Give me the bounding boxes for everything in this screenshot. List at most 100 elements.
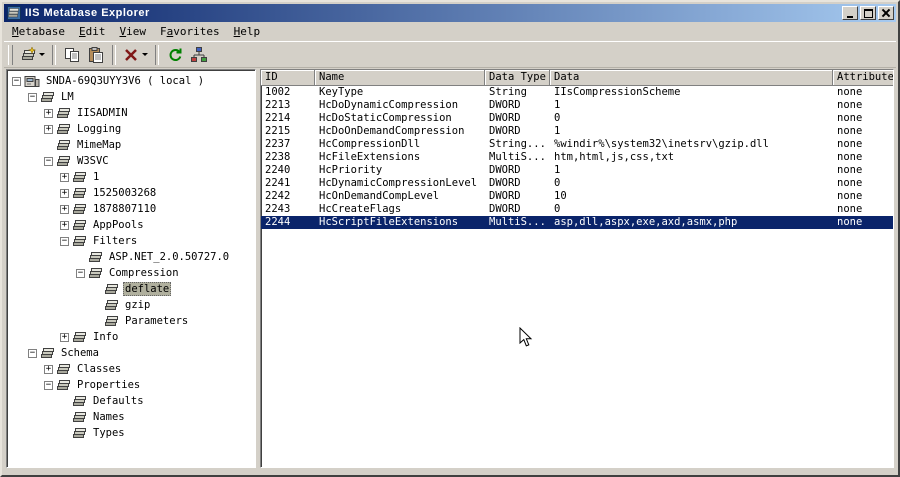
new-key-button[interactable] bbox=[17, 44, 48, 66]
collapse-toggle-icon[interactable]: − bbox=[44, 380, 53, 390]
tree-item-properties[interactable]: − Properties bbox=[8, 377, 255, 393]
expand-toggle-icon[interactable]: + bbox=[60, 172, 69, 182]
title-bar[interactable]: IIS Metabase Explorer bbox=[4, 4, 896, 22]
list-panel[interactable]: ID Name Data Type Data Attributes 1002 KeyTyp… bbox=[260, 69, 894, 468]
maximize-button[interactable] bbox=[860, 6, 876, 20]
expand-toggle-icon[interactable]: + bbox=[44, 108, 53, 118]
delete-button[interactable] bbox=[120, 44, 151, 66]
tree-item-1878807110[interactable]: +1878807110 bbox=[8, 201, 255, 217]
cell-id: 1002 bbox=[265, 86, 291, 98]
table-row-2237[interactable]: 2237 HcCompressionDll String... %windir%\sy… bbox=[261, 138, 893, 151]
db-icon bbox=[56, 139, 71, 152]
table-row-2241[interactable]: 2241 HcDynamicCompressionLevel DWORD 0 none bbox=[261, 177, 893, 190]
menu-favorites[interactable]: Favorites bbox=[153, 23, 227, 40]
tree-item-parameters[interactable]: Parameters bbox=[8, 313, 255, 329]
collapse-toggle-icon[interactable]: − bbox=[76, 268, 85, 278]
dropdown-arrow-icon[interactable] bbox=[142, 53, 148, 56]
column-header-attributes[interactable]: Attributes bbox=[833, 70, 893, 86]
table-row-1002[interactable]: 1002 KeyType String IIsCompressionScheme non… bbox=[261, 86, 893, 99]
expand-toggle-icon[interactable]: + bbox=[44, 364, 53, 374]
table-row-2215[interactable]: 2215 HcDoOnDemandCompression DWORD 1 none bbox=[261, 125, 893, 138]
expand-toggle-icon[interactable]: + bbox=[60, 188, 69, 198]
cell-data: 0 bbox=[554, 112, 561, 124]
tree-item-label: Properties bbox=[77, 379, 141, 391]
column-header-name[interactable]: Name bbox=[315, 70, 485, 86]
tree-item-1[interactable]: +1 bbox=[8, 169, 255, 185]
tree-item-label: Logging bbox=[77, 123, 122, 135]
toolbar-gripper[interactable] bbox=[8, 44, 13, 65]
close-button[interactable] bbox=[878, 6, 894, 20]
tree-item-mimemap[interactable]: MimeMap bbox=[8, 137, 255, 153]
list-header: ID Name Data Type Data Attributes bbox=[261, 70, 893, 86]
tree-item-info[interactable]: + Info bbox=[8, 329, 255, 345]
tree-item-label: LM bbox=[61, 91, 74, 103]
tree-item-classes[interactable]: + Classes bbox=[8, 361, 255, 377]
cell-attributes: none bbox=[837, 203, 863, 215]
tree-item-lm[interactable]: − LM bbox=[8, 89, 255, 105]
column-header-data[interactable]: Data bbox=[550, 70, 833, 86]
expand-toggle-icon[interactable]: + bbox=[60, 220, 69, 230]
toolbar-separator bbox=[52, 44, 56, 65]
table-row-2213[interactable]: 2213 HcDoDynamicCompression DWORD 1 none bbox=[261, 99, 893, 112]
cell-data-type: DWORD bbox=[489, 177, 521, 189]
table-row-2214[interactable]: 2214 HcDoStaticCompression DWORD 0 none bbox=[261, 112, 893, 125]
minimize-button[interactable] bbox=[842, 6, 858, 20]
tree-item-compression[interactable]: − Compression bbox=[8, 265, 255, 281]
tree-item-iisadmin[interactable]: + IISADMIN bbox=[8, 105, 255, 121]
copy-button[interactable] bbox=[60, 44, 84, 66]
db-icon bbox=[72, 187, 87, 200]
tree-item-defaults[interactable]: Defaults bbox=[8, 393, 255, 409]
tree-item-names[interactable]: Names bbox=[8, 409, 255, 425]
tree-item-gzip[interactable]: gzip bbox=[8, 297, 255, 313]
menu-edit[interactable]: Edit bbox=[72, 23, 113, 40]
paste-button[interactable] bbox=[84, 44, 108, 66]
tree-item-1525003268[interactable]: +1525003268 bbox=[8, 185, 255, 201]
expand-toggle-icon[interactable]: + bbox=[60, 204, 69, 214]
cell-name: HcCreateFlags bbox=[319, 203, 402, 215]
tree-item-filters[interactable]: − Filters bbox=[8, 233, 255, 249]
cell-attributes: none bbox=[837, 112, 863, 124]
refresh-button[interactable] bbox=[163, 44, 187, 66]
cell-data-type: DWORD bbox=[489, 112, 521, 124]
table-row-2240[interactable]: 2240 HcPriority DWORD 1 none bbox=[261, 164, 893, 177]
tree-item-schema[interactable]: − Schema bbox=[8, 345, 255, 361]
list-body[interactable]: 1002 KeyType String IIsCompressionScheme non… bbox=[261, 86, 893, 467]
column-header-id[interactable]: ID bbox=[261, 70, 315, 86]
dropdown-arrow-icon[interactable] bbox=[39, 53, 45, 56]
collapse-toggle-icon[interactable]: − bbox=[28, 92, 37, 102]
tree-item-w3svc[interactable]: − W3SVC bbox=[8, 153, 255, 169]
tree-item-logging[interactable]: + Logging bbox=[8, 121, 255, 137]
menu-help[interactable]: Help bbox=[227, 23, 268, 40]
delete-icon bbox=[123, 47, 139, 63]
cell-id: 2242 bbox=[265, 190, 291, 202]
tree-panel[interactable]: − SNDA-69Q3UYY3V6 ( local ) − LM + IISADMIN + L… bbox=[6, 69, 256, 468]
tree-item-asp-net-2-0-50727-0[interactable]: ASP.NET_2.0.50727.0 bbox=[8, 249, 255, 265]
collapse-toggle-icon[interactable]: − bbox=[60, 236, 69, 246]
expand-toggle-icon[interactable]: + bbox=[60, 332, 69, 342]
db-icon bbox=[56, 379, 71, 392]
table-row-2243[interactable]: 2243 HcCreateFlags DWORD 0 none bbox=[261, 203, 893, 216]
table-row-2244[interactable]: 2244 HcScriptFileExtensions MultiS... asp,d… bbox=[261, 216, 893, 229]
expand-toggle-icon[interactable]: + bbox=[44, 124, 53, 134]
cell-data: 0 bbox=[554, 177, 561, 189]
table-row-2238[interactable]: 2238 HcFileExtensions MultiS... htm,html,js… bbox=[261, 151, 893, 164]
menu-metabase[interactable]: Metabase bbox=[5, 23, 72, 40]
tree-item-apppools[interactable]: + AppPools bbox=[8, 217, 255, 233]
column-header-data-type[interactable]: Data Type bbox=[485, 70, 550, 86]
db-icon bbox=[88, 267, 103, 280]
app-window: IIS Metabase Explorer Metabase Edit View Fa… bbox=[0, 0, 900, 477]
network-button[interactable] bbox=[187, 44, 211, 66]
tree-item-snda-69q3uyy3v6-local[interactable]: − SNDA-69Q3UYY3V6 ( local ) bbox=[8, 73, 255, 89]
app-icon[interactable] bbox=[7, 6, 21, 20]
menu-view[interactable]: View bbox=[112, 23, 153, 40]
collapse-toggle-icon[interactable]: − bbox=[44, 156, 53, 166]
tree-item-types[interactable]: Types bbox=[8, 425, 255, 441]
toolbar-separator bbox=[155, 44, 159, 65]
collapse-toggle-icon[interactable]: − bbox=[12, 76, 21, 86]
table-row-2242[interactable]: 2242 HcOnDemandCompLevel DWORD 10 none bbox=[261, 190, 893, 203]
cell-id: 2240 bbox=[265, 164, 291, 176]
collapse-toggle-icon[interactable]: − bbox=[28, 348, 37, 358]
db-icon bbox=[56, 123, 71, 136]
tree-item-deflate[interactable]: deflate bbox=[8, 281, 255, 297]
tree-item-label: deflate bbox=[123, 282, 172, 296]
